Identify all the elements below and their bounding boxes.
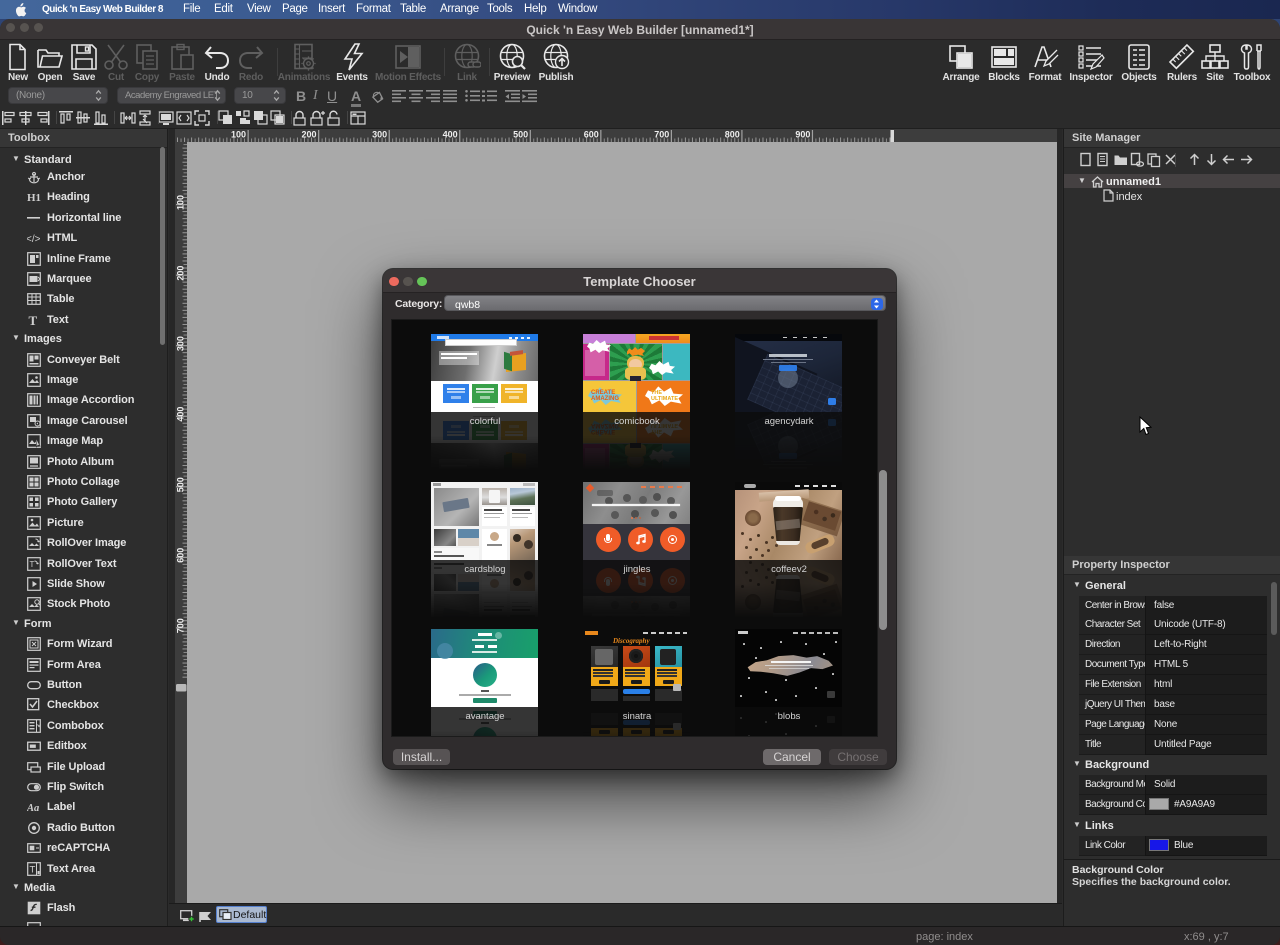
svg-text:H1: H1: [27, 192, 41, 204]
svg-text:100: 100: [231, 130, 246, 140]
svg-text:Aa: Aa: [27, 803, 39, 814]
svg-text:500: 500: [513, 130, 528, 140]
svg-text:T: T: [29, 313, 38, 327]
svg-text:800: 800: [725, 130, 740, 140]
svg-text:700: 700: [654, 130, 669, 140]
svg-text:200: 200: [302, 130, 317, 140]
svg-text:600: 600: [584, 130, 599, 140]
svg-text:T: T: [30, 864, 36, 875]
svg-text:400: 400: [443, 130, 458, 140]
svg-text:300: 300: [372, 130, 387, 140]
svg-text:T: T: [30, 560, 35, 569]
svg-text:900: 900: [795, 130, 810, 140]
svg-text:</>: </>: [27, 234, 41, 245]
